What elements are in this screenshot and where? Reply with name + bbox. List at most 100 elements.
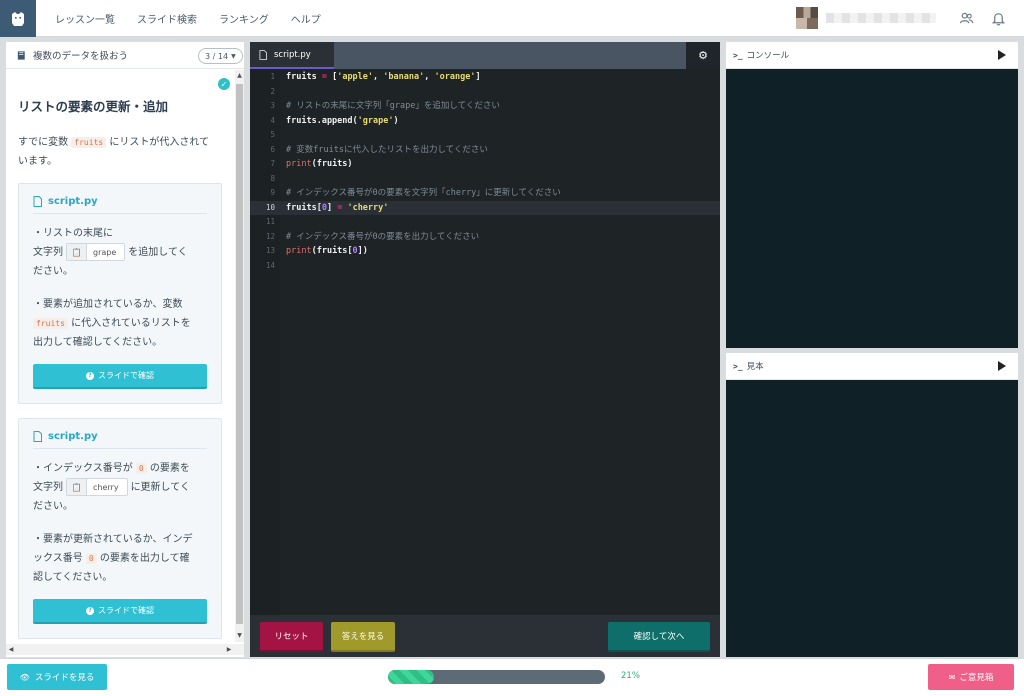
- line-number: 1: [270, 72, 275, 81]
- code-line[interactable]: 8: [250, 172, 720, 187]
- button-label: スライドを見る: [34, 673, 95, 683]
- logo[interactable]: [0, 0, 36, 37]
- line-number: 14: [265, 260, 275, 270]
- scroll-down-icon[interactable]: ▼: [235, 630, 244, 642]
- task-line: ださい。: [33, 266, 73, 277]
- tab-label: script.py: [274, 49, 311, 60]
- card-file-header: script.py: [33, 431, 207, 449]
- copy-snippet[interactable]: 📋 grape: [66, 243, 126, 261]
- code-line[interactable]: 1 fruits = ['apple', 'banana', 'orange']: [250, 70, 720, 85]
- sample-title: 見本: [746, 362, 764, 372]
- inline-code: 0: [85, 553, 97, 564]
- progress-percent: 21%: [621, 671, 640, 681]
- task-line: 文字列: [33, 482, 63, 493]
- code-line[interactable]: 14: [250, 259, 720, 274]
- code-line[interactable]: 6 # 変数fruitsに代入したリストを出力してください: [250, 143, 720, 158]
- question-icon: ?: [86, 606, 94, 615]
- card-file-header: script.py: [33, 196, 207, 214]
- task-line: に更新してく: [130, 482, 190, 493]
- nav-help[interactable]: ヘルプ: [291, 11, 321, 26]
- task-text: ・要素が追加されているか、変数 fruits に代入されているリストを 出力して…: [33, 295, 207, 352]
- code-line[interactable]: 5: [250, 128, 720, 143]
- task-line: ックス番号: [33, 553, 83, 564]
- code-line[interactable]: 3 # リストの末尾に文字列「grape」を追加してください: [250, 99, 720, 114]
- line-number: 3: [270, 101, 275, 110]
- line-number: 8: [270, 173, 275, 183]
- code-line[interactable]: 7 print(fruits): [250, 157, 720, 172]
- task-line: に代入されているリストを: [71, 318, 191, 329]
- feedback-button[interactable]: ✉ ご意見箱: [928, 664, 1014, 690]
- view-slides-button[interactable]: 👁 スライドを見る: [7, 664, 107, 690]
- code-line[interactable]: 11: [250, 215, 720, 230]
- sample-header: >_ 見本: [726, 353, 1018, 380]
- line-number: 10: [265, 202, 275, 212]
- snippet-value: cherry: [93, 482, 119, 492]
- show-answer-button[interactable]: 答えを見る: [331, 622, 395, 652]
- task-text: ・インデックス番号が 0 の要素を 文字列 📋 cherry に更新してく ださい。: [33, 459, 207, 516]
- chevron-down-icon: ▼: [231, 52, 236, 60]
- scroll-right-icon[interactable]: ▶: [224, 644, 234, 655]
- code-line[interactable]: 4 fruits.append('grape'): [250, 114, 720, 129]
- snippet-value: grape: [93, 247, 117, 257]
- line-number: 2: [270, 86, 275, 96]
- card-filename: script.py: [48, 196, 98, 207]
- check-slide-button[interactable]: ? スライドで確認: [33, 364, 207, 389]
- vertical-scrollbar[interactable]: ▲ ▼: [235, 70, 244, 642]
- nav-slide-search[interactable]: スライド検索: [137, 11, 197, 26]
- line-number: 12: [265, 231, 275, 241]
- scroll-up-icon[interactable]: ▲: [235, 70, 244, 82]
- code-text: # インデックス番号が0の要素を出力してください: [286, 231, 480, 242]
- task-line: ・リストの末尾に: [33, 228, 113, 239]
- horizontal-scrollbar[interactable]: ◀ ▶: [6, 644, 244, 655]
- exercise-title: リストの要素の更新・追加: [18, 99, 169, 114]
- console-title: コンソール: [746, 51, 790, 61]
- code-line[interactable]: 2: [250, 85, 720, 100]
- line-number: 6: [270, 144, 275, 154]
- book-icon: [17, 50, 25, 60]
- users-icon[interactable]: [959, 11, 974, 26]
- sample-panel: >_ 見本: [726, 353, 1018, 657]
- check-next-button[interactable]: 確認して次へ: [608, 622, 710, 652]
- play-icon[interactable]: [998, 50, 1006, 60]
- clipboard-icon: 📋: [67, 244, 87, 260]
- user-menu[interactable]: [796, 7, 940, 29]
- nav-ranking[interactable]: ランキング: [219, 11, 269, 26]
- code-line[interactable]: 12 # インデックス番号が0の要素を出力してください: [250, 230, 720, 245]
- line-number: 13: [265, 246, 275, 255]
- nav-lessons[interactable]: レッスン一覧: [55, 11, 115, 26]
- play-icon[interactable]: [998, 361, 1006, 371]
- console-output: [726, 69, 1018, 348]
- progress-fill: [388, 670, 434, 684]
- check-slide-button[interactable]: ? スライドで確認: [33, 599, 207, 624]
- inline-code: 0: [135, 463, 147, 474]
- console-panel: >_ コンソール: [726, 42, 1018, 348]
- tab-script-py[interactable]: script.py: [250, 42, 334, 69]
- main-nav: レッスン一覧 スライド検索 ランキング ヘルプ: [44, 0, 332, 37]
- task-card-2: script.py ・インデックス番号が 0 の要素を 文字列 📋 cherry に更…: [18, 418, 222, 639]
- code-text: print(fruits): [286, 159, 353, 169]
- instructions-content: ✓ リストの要素の更新・追加 すでに変数 fruits にリストが代入されて い…: [6, 70, 234, 642]
- terminal-icon: >_: [733, 361, 743, 371]
- code-line[interactable]: 13 print(fruits[0]): [250, 244, 720, 259]
- cat-logo-icon: [12, 11, 24, 26]
- console-header: >_ コンソール: [726, 42, 1018, 69]
- code-line[interactable]: 10 fruits[0] = 'cherry': [250, 200, 720, 215]
- bell-icon[interactable]: [991, 11, 1006, 26]
- code-line[interactable]: 9 # インデックス番号が0の要素を文字列「cherry」に更新してください: [250, 186, 720, 201]
- code-text: # リストの末尾に文字列「grape」を追加してください: [286, 101, 500, 111]
- pager-text: 3 / 14: [205, 51, 229, 61]
- scroll-left-icon[interactable]: ◀: [6, 644, 16, 655]
- task-text: ・リストの末尾に 文字列 📋 grape を追加してく ださい。: [33, 224, 207, 281]
- scrollbar-thumb[interactable]: [236, 84, 243, 624]
- reset-button[interactable]: リセット: [260, 622, 323, 652]
- button-label: ご意見箱: [959, 673, 994, 683]
- intro-suffix: にリストが代入されて: [109, 137, 210, 148]
- slide-pager-dropdown[interactable]: 3 / 14 ▼: [198, 48, 243, 64]
- terminal-icon: >_: [733, 50, 743, 60]
- code-area[interactable]: 1 fruits = ['apple', 'banana', 'orange'] 2…: [250, 69, 720, 615]
- code-text: # 変数fruitsに代入したリストを出力してください: [286, 144, 488, 155]
- gear-icon[interactable]: ⚙: [686, 42, 720, 69]
- mail-icon: ✉: [948, 672, 956, 682]
- task-line: の要素を出力して確: [99, 553, 190, 564]
- copy-snippet[interactable]: 📋 cherry: [66, 478, 128, 496]
